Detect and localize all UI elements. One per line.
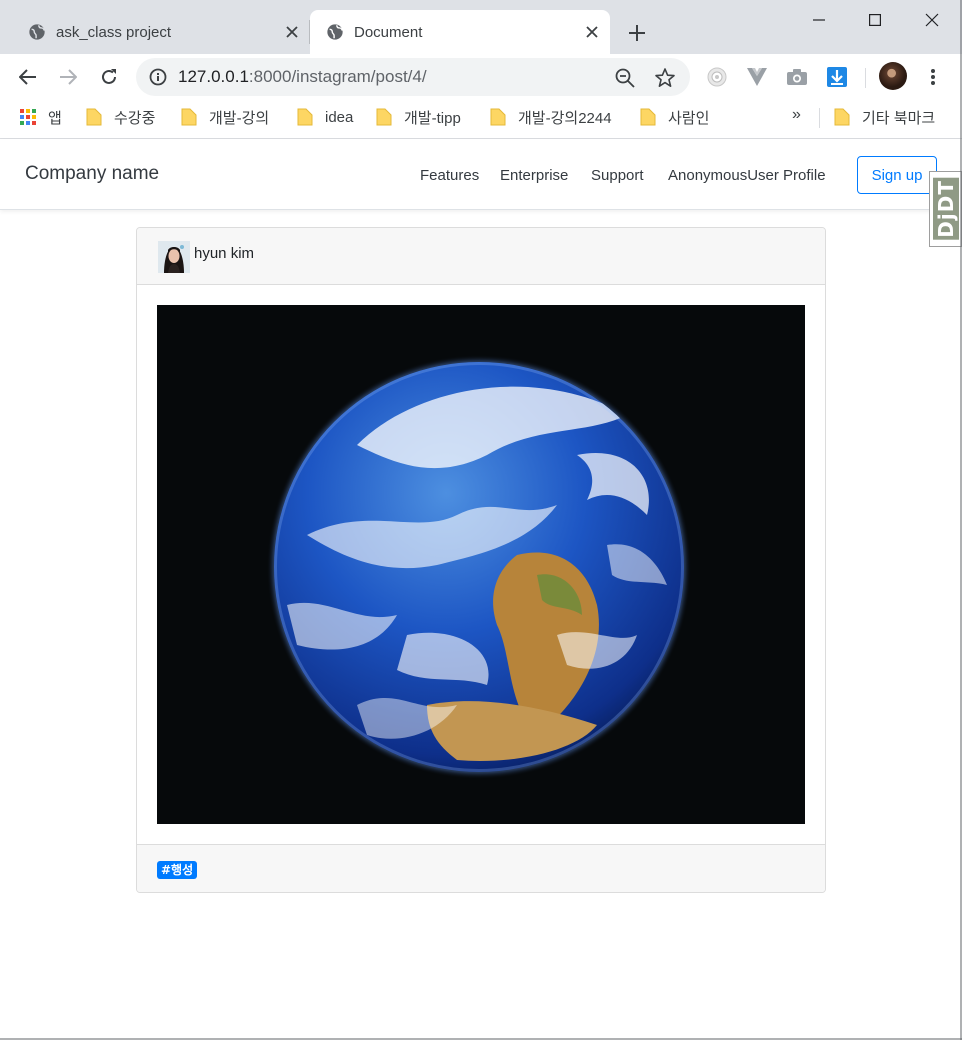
url-text[interactable]: 127.0.0.1:8000/instagram/post/4/ (178, 58, 427, 96)
bookmarks-bar: 앱 수강중 개발-강의 idea 개발-tipp 개발-강의2244 사람인 기… (0, 100, 962, 134)
nav-link-profile[interactable]: AnonymousUser Profile (668, 167, 826, 184)
bookmark-folder-dev-tipp[interactable]: 개발-tipp (376, 104, 461, 130)
globe-icon (29, 24, 45, 40)
tag-badge[interactable]: #행성 (157, 861, 198, 879)
info-icon[interactable] (148, 67, 168, 87)
tab-ask-class-project[interactable]: ask_class project (0, 10, 310, 54)
django-debug-toolbar-handle[interactable]: DjDT (929, 171, 962, 247)
arrow-right-icon (60, 69, 77, 85)
url-host: 127.0.0.1 (178, 67, 249, 86)
tab-title: Document (354, 23, 423, 41)
globe-icon (327, 24, 343, 40)
minimize-icon (813, 19, 825, 21)
site-navbar: Company name Features Enterprise Support… (0, 139, 962, 210)
toolbar-divider (865, 68, 866, 88)
author-name[interactable]: hyun kim (194, 245, 254, 262)
arrow-left-icon (19, 69, 36, 85)
close-window-button[interactable] (903, 0, 961, 40)
post-card-header: hyun kim (137, 228, 825, 285)
bookmark-label: 사람인 (668, 109, 710, 127)
folder-icon (490, 108, 506, 126)
bookmark-label: 앱 (48, 109, 62, 127)
post-card: hyun kim #행성 (136, 227, 826, 893)
bookmark-folder-saramin[interactable]: 사람인 (640, 104, 709, 130)
bookmark-folder-dev-lecture[interactable]: 개발-강의 (181, 104, 269, 130)
minimize-window-button[interactable] (790, 0, 848, 40)
bookmark-label: 개발-tipp (404, 109, 461, 127)
bookmark-folder-dev-lecture-2244[interactable]: 개발-강의2244 (490, 104, 612, 130)
bookmark-label: idea (325, 108, 354, 126)
nav-link-support[interactable]: Support (591, 167, 644, 184)
new-tab-button[interactable] (624, 20, 650, 46)
post-card-body (137, 285, 825, 844)
browser-toolbar: 127.0.0.1:8000/instagram/post/4/ (0, 54, 962, 100)
zoom-out-icon[interactable] (614, 67, 636, 89)
page-viewport: Company name Features Enterprise Support… (0, 139, 962, 1040)
bookmark-folder-idea[interactable]: idea (297, 104, 353, 130)
menu-kebab-icon[interactable] (920, 64, 946, 90)
close-icon (925, 13, 939, 27)
tab-title: ask_class project (56, 23, 172, 41)
folder-icon (640, 108, 656, 126)
extension-camera-icon[interactable] (784, 64, 810, 90)
extension-vue-icon[interactable] (744, 64, 770, 90)
forward-button[interactable] (53, 62, 83, 92)
bookmark-label: 수강중 (114, 109, 156, 127)
reload-icon (102, 69, 116, 84)
bookmark-label: 개발-강의2244 (518, 109, 612, 127)
ddt-label: DjDT (932, 178, 959, 240)
apps-grid-icon (20, 109, 36, 125)
url-path: :8000/instagram/post/4/ (248, 67, 427, 86)
bookmark-label: 개발-강의 (209, 109, 270, 127)
folder-icon (86, 108, 102, 126)
maximize-icon (869, 14, 881, 26)
close-tab-icon[interactable] (280, 20, 304, 44)
nav-link-features[interactable]: Features (420, 167, 479, 184)
bookmark-apps[interactable]: 앱 (20, 104, 62, 130)
post-card-footer: #행성 (137, 844, 825, 892)
bookmark-folder-other[interactable]: 기타 북마크 (834, 104, 935, 130)
back-button[interactable] (13, 62, 43, 92)
maximize-window-button[interactable] (846, 0, 904, 40)
profile-avatar[interactable] (879, 62, 907, 90)
earth-image (157, 305, 805, 824)
bookmark-star-icon[interactable] (654, 67, 676, 89)
bookmark-label: 기타 북마크 (862, 109, 936, 127)
close-tab-icon[interactable] (580, 20, 604, 44)
bookmarks-divider (819, 108, 820, 128)
folder-icon (834, 108, 850, 126)
browser-tab-strip: ask_class project Document (0, 0, 962, 54)
extension-target-icon[interactable] (704, 64, 730, 90)
signup-button[interactable]: Sign up (857, 156, 937, 194)
nav-link-enterprise[interactable]: Enterprise (500, 167, 568, 184)
reload-button[interactable] (94, 62, 124, 92)
folder-icon (297, 108, 313, 126)
tab-document[interactable]: Document (310, 10, 610, 54)
post-image (157, 305, 805, 824)
plus-icon (629, 25, 645, 41)
author-avatar[interactable] (158, 241, 190, 273)
address-bar[interactable]: 127.0.0.1:8000/instagram/post/4/ (136, 58, 690, 96)
navbar-brand[interactable]: Company name (25, 163, 159, 185)
folder-icon (376, 108, 392, 126)
bookmark-folder-sugangjung[interactable]: 수강중 (86, 104, 155, 130)
extension-download-icon[interactable] (824, 64, 850, 90)
bookmarks-overflow-chevron-icon[interactable]: » (792, 106, 801, 124)
folder-icon (181, 108, 197, 126)
